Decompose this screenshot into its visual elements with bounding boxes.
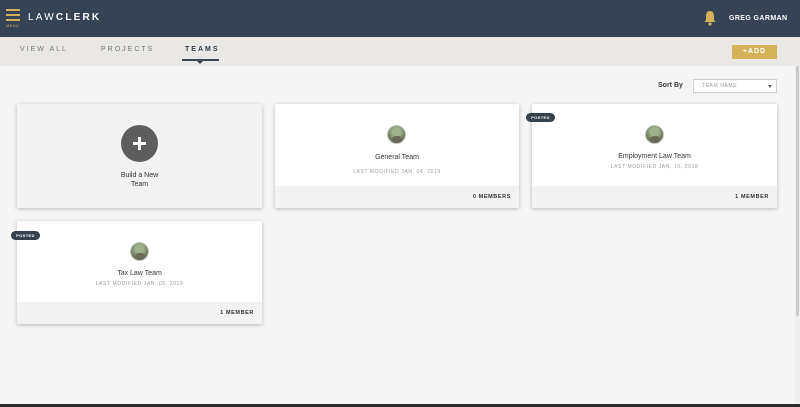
team-name: Tax Law Team [117, 270, 162, 277]
vertical-scrollbar[interactable] [795, 66, 800, 407]
sort-by-label: Sort By [658, 82, 683, 89]
team-last-modified: LAST MODIFIED JAN, 10, 2019 [610, 164, 699, 170]
team-last-modified: LAST MODIFIED JAN, 04, 2019 [353, 169, 441, 175]
team-avatar [130, 242, 149, 261]
sub-navigation: VIEW ALL PROJECTS TEAMS [0, 37, 800, 66]
hamburger-icon-line [6, 14, 20, 16]
team-card-footer: 1 MEMBER [17, 302, 262, 324]
hamburger-icon-line [6, 19, 20, 21]
build-new-team-label: Build a New Team [17, 171, 262, 189]
build-new-team-card[interactable]: Build a New Team [17, 104, 262, 208]
menu-button[interactable]: MENU [6, 9, 22, 29]
bell-icon[interactable] [703, 10, 717, 26]
active-tab-caret [197, 61, 203, 64]
chevron-down-icon [768, 85, 772, 88]
team-card-footer: 0 MEMBERS [275, 186, 519, 208]
tab-view-all[interactable]: VIEW ALL [20, 46, 68, 53]
team-avatar [387, 125, 406, 144]
team-card-general[interactable]: General Team LAST MODIFIED JAN, 04, 2019… [275, 104, 519, 208]
team-card-tax-law[interactable]: Tax Law Team LAST MODIFIED JAN, 05, 2019… [17, 221, 262, 324]
team-card-footer: 1 MEMBER [532, 186, 777, 208]
team-last-modified: LAST MODIFIED JAN, 05, 2019 [95, 281, 184, 287]
hamburger-icon [6, 9, 20, 11]
build-label-line1: Build a New [120, 172, 159, 179]
team-name: General Team [375, 154, 419, 161]
sort-select[interactable]: TEAM NAME [693, 79, 777, 93]
team-name: Employment Law Team [618, 153, 691, 160]
menu-label: MENU [6, 23, 19, 28]
app-logo[interactable]: LAWCLERK [28, 12, 101, 23]
sort-selected-value: TEAM NAME [702, 83, 738, 89]
logo-text-light: LAW [28, 12, 56, 23]
team-card-employment-law[interactable]: Employment Law Team LAST MODIFIED JAN, 1… [532, 104, 777, 208]
user-name[interactable]: GREG GARMAN [729, 15, 787, 22]
logo-text-bold: CLERK [55, 12, 102, 23]
tab-teams[interactable]: TEAMS [185, 46, 220, 53]
team-member-count: 1 MEMBER [735, 194, 769, 200]
top-header: MENU LAWCLERK GREG GARMAN [0, 0, 800, 37]
team-avatar [645, 125, 664, 144]
posted-badge: POSTED [11, 231, 40, 240]
team-member-count: 0 MEMBERS [472, 194, 511, 200]
posted-badge: POSTED [526, 113, 555, 122]
scrollbar-thumb[interactable] [796, 66, 799, 316]
add-button[interactable]: +ADD [732, 45, 777, 59]
build-label-line2: Team [130, 181, 149, 188]
team-member-count: 1 MEMBER [220, 310, 254, 316]
plus-icon[interactable] [121, 125, 158, 162]
tab-projects[interactable]: PROJECTS [101, 46, 154, 53]
